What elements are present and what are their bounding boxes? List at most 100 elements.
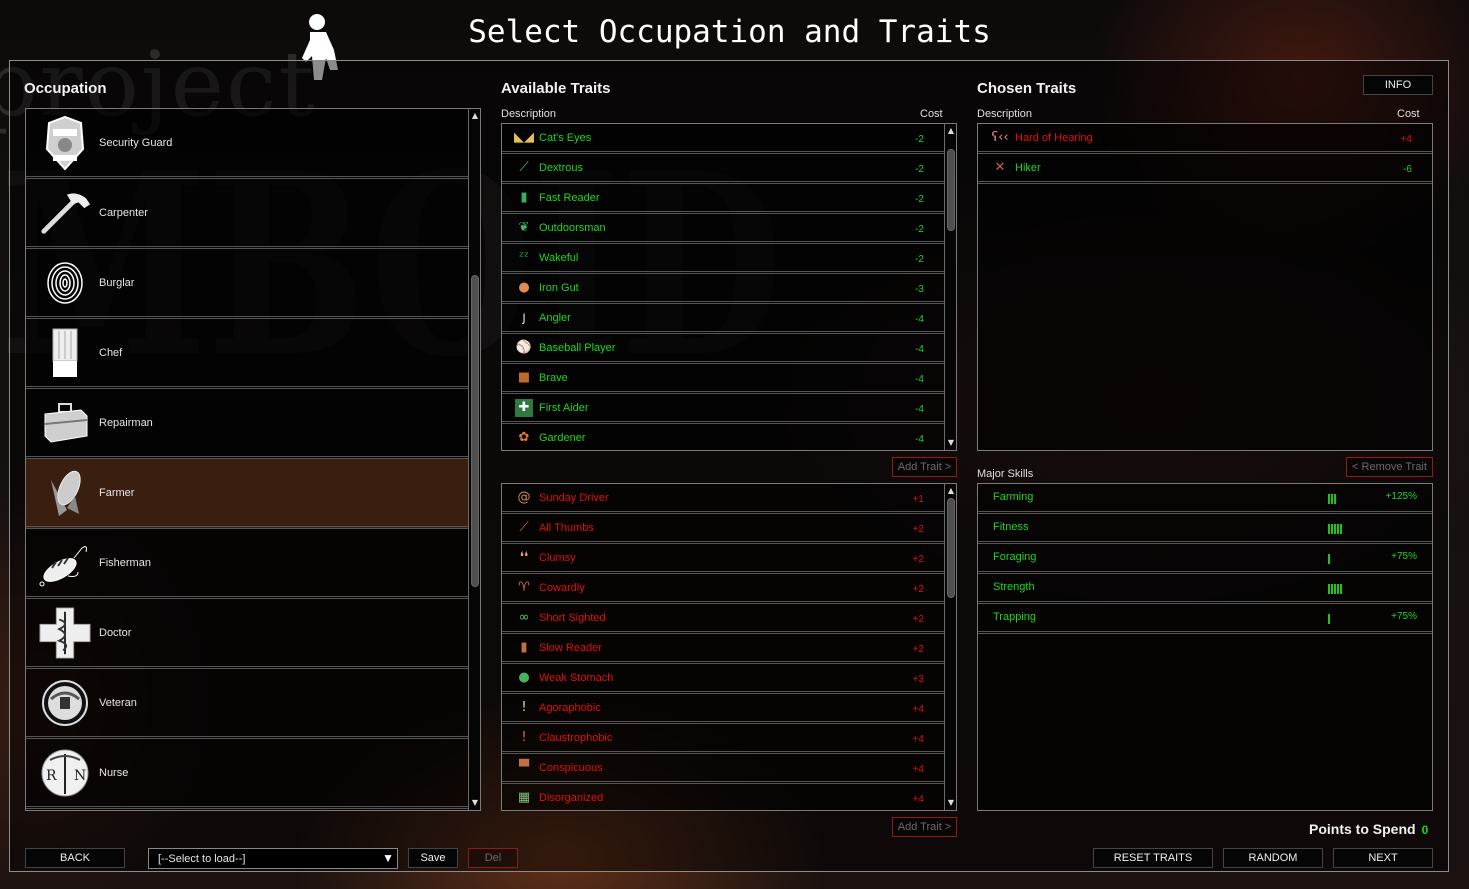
skill-level-bars (1328, 584, 1342, 594)
svg-text:N: N (74, 768, 86, 784)
negative-traits-scrollbar[interactable]: ▲ ▼ (944, 484, 956, 810)
trait-row[interactable]: ◣◢ Cat's Eyes -2 (502, 124, 944, 154)
trait-row[interactable]: ● Iron Gut -3 (502, 274, 944, 304)
trait-row[interactable]: ▦ Disorganized +4 (502, 784, 944, 810)
skill-row: Fitness (978, 514, 1432, 544)
trait-row[interactable]: ❛❛ Clumsy +2 (502, 544, 944, 574)
positive-traits-scrollbar[interactable]: ▲ ▼ (944, 124, 956, 450)
skill-name: Farming (993, 491, 1034, 503)
occupation-scrollbar[interactable]: ▲ ▼ (468, 109, 480, 810)
occupation-item[interactable]: Burglar (26, 249, 468, 319)
reset-traits-button[interactable]: RESET TRAITS (1093, 848, 1213, 868)
back-button[interactable]: BACK (25, 848, 125, 868)
trait-name: Short Sighted (539, 611, 606, 624)
brown-book-icon: ▮ (520, 640, 528, 655)
trait-row[interactable]: ∞ Short Sighted +2 (502, 604, 944, 634)
trait-row[interactable]: ʕ‹‹ Hard of Hearing +4 (978, 124, 1432, 154)
scroll-down-icon[interactable]: ▼ (946, 438, 956, 448)
next-button[interactable]: NEXT (1333, 848, 1433, 868)
occupation-item[interactable]: Carpenter (26, 179, 468, 249)
trait-cost: +2 (912, 554, 924, 565)
walking-stick-icon: ✕ (994, 160, 1006, 175)
occupation-item[interactable]: Chef (26, 319, 468, 389)
scroll-thumb[interactable] (947, 498, 955, 598)
occupation-label: Farmer (99, 486, 135, 499)
skill-level-pip (1331, 584, 1333, 594)
info-button[interactable]: INFO (1363, 75, 1433, 95)
trait-name: Outdoorsman (539, 221, 606, 234)
trait-row[interactable]: @ Sunday Driver +1 (502, 484, 944, 514)
occupation-item[interactable]: Doctor (26, 599, 468, 669)
trait-name: Iron Gut (539, 281, 579, 294)
skill-level-pip (1337, 524, 1339, 534)
remove-trait-button[interactable]: < Remove Trait (1346, 457, 1433, 477)
trait-name: Cowardly (539, 581, 585, 594)
trait-row[interactable]: ✿ Gardener -4 (502, 424, 944, 450)
trait-name: Sunday Driver (539, 491, 609, 504)
occupation-heading: Occupation (24, 80, 107, 97)
trait-row[interactable]: ▮ Fast Reader -2 (502, 184, 944, 214)
trait-cost: +4 (912, 794, 924, 805)
scroll-down-icon[interactable]: ▼ (946, 798, 956, 808)
occupation-label: Carpenter (99, 206, 148, 219)
snail-icon: @ (517, 490, 531, 505)
occupation-item[interactable]: Repairman (26, 389, 468, 459)
scroll-up-icon[interactable]: ▲ (470, 111, 480, 121)
scroll-up-icon[interactable]: ▲ (946, 126, 956, 136)
fingerprint-icon (38, 254, 92, 312)
skill-row: Farming +125% (978, 484, 1432, 514)
skill-xp-bonus: +75% (1391, 611, 1417, 622)
trait-name: First Aider (539, 401, 589, 414)
trait-row[interactable]: ♈ Cowardly +2 (502, 574, 944, 604)
trait-row[interactable]: ■ Brave -4 (502, 364, 944, 394)
trait-row[interactable]: ● Weak Stomach +3 (502, 664, 944, 694)
scroll-up-icon[interactable]: ▲ (946, 486, 956, 496)
negative-traits-list[interactable]: ▦ Disorganized +4 ▀ Conspicuous +4! Claustroph… (501, 483, 957, 811)
scroll-down-icon[interactable]: ▼ (470, 798, 480, 808)
trait-row[interactable]: ⟋ Dextrous -2 (502, 154, 944, 184)
trait-row[interactable]: ✚ First Aider -4 (502, 394, 944, 424)
skill-level-pip (1328, 524, 1330, 534)
delete-button[interactable]: Del (468, 848, 518, 868)
skill-level-pip (1328, 584, 1330, 594)
trait-row[interactable]: ❦ Outdoorsman -2 (502, 214, 944, 244)
lion-icon: ■ (517, 370, 531, 385)
trait-row[interactable]: ! Claustrophobic +4 (502, 724, 944, 754)
occupation-item[interactable]: Fisherman (26, 529, 468, 599)
trait-row[interactable]: ! Agoraphobic +4 (502, 694, 944, 724)
trait-cost: +4 (912, 704, 924, 715)
occupation-item[interactable]: Security Guard (26, 109, 468, 179)
chosen-col-cost: Cost (1397, 108, 1420, 120)
positive-traits-list[interactable]: ✿ Gardener -4 ✚ First Aider -4 ■ Brave -4 ⚾ Baseba… (501, 123, 957, 451)
trait-row[interactable]: ⚾ Baseball Player -4 (502, 334, 944, 364)
trait-cost: -4 (915, 344, 924, 355)
occupation-item[interactable]: R N Nurse (26, 739, 468, 809)
dropdown-arrow-icon[interactable]: ▼ (382, 851, 394, 865)
trait-name: Conspicuous (539, 761, 603, 774)
trait-name: Claustrophobic (539, 731, 613, 744)
load-preset-dropdown[interactable]: [--Select to load--] ▼ (148, 848, 398, 869)
trait-row[interactable]: ᶻᶻ Wakeful -2 (502, 244, 944, 274)
occupation-item[interactable]: Farmer (26, 459, 468, 529)
trait-name: Angler (539, 311, 571, 324)
trait-row[interactable]: ȷ Angler -4 (502, 304, 944, 334)
chosen-traits-list[interactable]: ✕ Hiker -6 ʕ‹‹ Hard of Hearing +4 (977, 123, 1433, 451)
trait-name: Fast Reader (539, 191, 600, 204)
trait-cost: +2 (912, 614, 924, 625)
occupation-item[interactable]: Veteran (26, 669, 468, 739)
trait-row[interactable]: ▮ Slow Reader +2 (502, 634, 944, 664)
add-positive-trait-button[interactable]: Add Trait > (892, 457, 957, 477)
major-skills-heading: Major Skills (977, 468, 1034, 480)
trait-cost: -2 (915, 224, 924, 235)
trait-row[interactable]: ▀ Conspicuous +4 (502, 754, 944, 784)
scroll-thumb[interactable] (471, 275, 479, 587)
trait-name: Slow Reader (539, 641, 602, 654)
stomach-icon: ● (518, 280, 530, 295)
random-button[interactable]: RANDOM (1223, 848, 1323, 868)
trait-row[interactable]: ✕ Hiker -6 (978, 154, 1432, 184)
save-button[interactable]: Save (408, 848, 458, 868)
trait-row[interactable]: ⟋ All Thumbs +2 (502, 514, 944, 544)
add-negative-trait-button[interactable]: Add Trait > (892, 817, 957, 837)
occupation-list[interactable]: R N Nurse Veteran Doctor Fisherman Farmer Repai… (25, 108, 481, 811)
scroll-thumb[interactable] (947, 149, 955, 231)
